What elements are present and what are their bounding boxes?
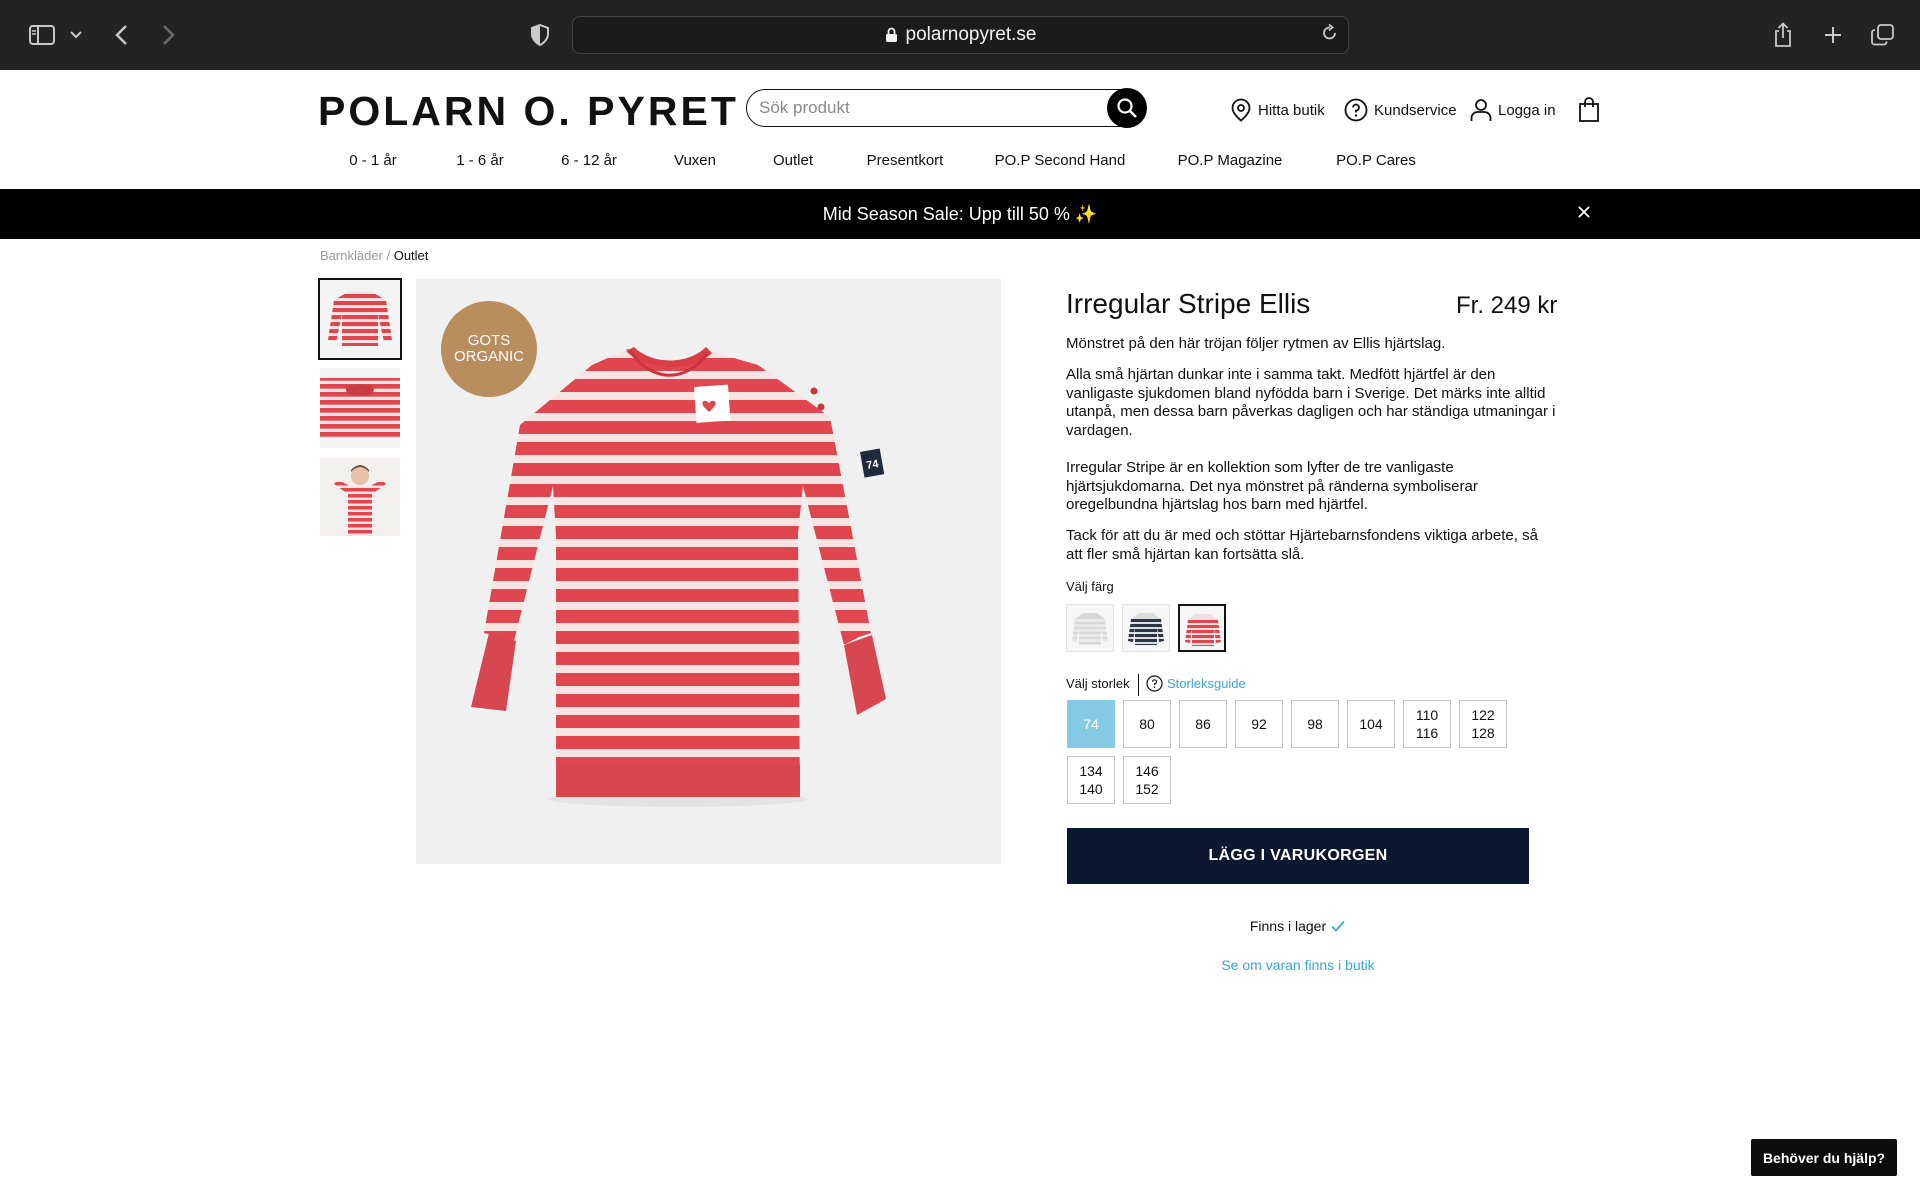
search-box xyxy=(746,88,1147,128)
size-value: 80 xyxy=(1139,716,1155,732)
sidebar-toggle-icon[interactable] xyxy=(22,0,62,70)
size-option[interactable]: 146 152 xyxy=(1123,756,1171,804)
size-value: 86 xyxy=(1195,716,1211,732)
badge-line1: GOTS xyxy=(467,332,511,349)
product-description-p1: Mönstret på den här tröjan följer rytmen… xyxy=(1066,335,1446,352)
close-icon[interactable] xyxy=(1576,204,1592,225)
back-icon[interactable] xyxy=(108,0,134,70)
forward-icon[interactable] xyxy=(156,0,182,70)
size-option[interactable]: 80 xyxy=(1123,700,1171,748)
size-option[interactable]: 98 xyxy=(1291,700,1339,748)
main-navigation: 0 - 1 år 1 - 6 år 6 - 12 år Vuxen Outlet Pres… xyxy=(0,152,1920,174)
size-value: 74 xyxy=(1083,716,1099,732)
login-label: Logga in xyxy=(1498,101,1556,119)
product-title: Irregular Stripe Ellis xyxy=(1066,288,1311,319)
customer-service-link[interactable]: Kundservice xyxy=(1344,98,1457,122)
search-input[interactable] xyxy=(759,94,1089,122)
size-value: 104 xyxy=(1359,716,1383,732)
new-tab-icon[interactable] xyxy=(1820,0,1846,70)
nav-item-4[interactable]: Outlet xyxy=(773,152,813,169)
reload-icon[interactable] xyxy=(1322,23,1338,47)
organic-badge: GOTS ORGANIC xyxy=(441,301,537,397)
size-value: 146 xyxy=(1135,763,1159,779)
breadcrumb-home[interactable]: Barnkläder xyxy=(320,248,383,263)
browser-toolbar: polarnopyret.se xyxy=(0,0,1920,70)
product-description-p4: Tack för att du är med och stöttar Hjärt… xyxy=(1066,527,1538,563)
nav-item-8[interactable]: PO.P Cares xyxy=(1336,152,1416,169)
breadcrumb: Barnkläder / Outlet xyxy=(320,248,428,263)
find-store-label: Hitta butik xyxy=(1258,101,1325,119)
size-option[interactable]: 110 116 xyxy=(1403,700,1451,748)
search-icon xyxy=(1117,98,1137,118)
size-value: 92 xyxy=(1251,716,1267,732)
size-value: 128 xyxy=(1471,725,1495,741)
nav-item-6[interactable]: PO.P Second Hand xyxy=(995,152,1126,169)
nav-item-0[interactable]: 0 - 1 år xyxy=(349,152,397,169)
size-option[interactable]: 122 128 xyxy=(1459,700,1507,748)
size-option[interactable]: 134 140 xyxy=(1067,756,1115,804)
product-description-p3: Irregular Stripe är en kollektion som ly… xyxy=(1066,459,1478,513)
color-swatch-red[interactable] xyxy=(1178,604,1226,652)
size-value: 134 xyxy=(1079,763,1103,779)
share-icon[interactable] xyxy=(1770,0,1796,70)
promo-text[interactable]: Mid Season Sale: Upp till 50 % ✨ xyxy=(823,204,1098,225)
chevron-down-icon[interactable] xyxy=(66,0,86,70)
nav-item-3[interactable]: Vuxen xyxy=(674,152,716,169)
breadcrumb-current[interactable]: Outlet xyxy=(394,248,429,263)
size-option[interactable]: 92 xyxy=(1235,700,1283,748)
location-pin-icon xyxy=(1231,98,1251,122)
product-image[interactable]: 74 GOTS ORGANIC xyxy=(416,279,1001,864)
nav-item-2[interactable]: 6 - 12 år xyxy=(561,152,617,169)
add-to-cart-button[interactable]: LÄGG I VARUKORGEN xyxy=(1067,828,1529,884)
badge-line2: ORGANIC xyxy=(453,348,524,365)
help-chat-button[interactable]: Behöver du hjälp? xyxy=(1751,1139,1897,1176)
size-value: 116 xyxy=(1415,725,1439,741)
thumbnail-folded[interactable] xyxy=(320,368,400,448)
url-text: polarnopyret.se xyxy=(905,24,1037,45)
size-value: 152 xyxy=(1135,781,1159,797)
stock-status: Finns i lager xyxy=(1067,918,1529,934)
color-swatch-white[interactable] xyxy=(1066,604,1114,652)
size-value: 140 xyxy=(1079,781,1103,797)
search-button[interactable] xyxy=(1107,88,1147,128)
thumbnail-model[interactable] xyxy=(320,458,400,536)
customer-service-label: Kundservice xyxy=(1374,101,1457,119)
nav-item-5[interactable]: Presentkort xyxy=(867,152,944,169)
question-circle-icon xyxy=(1146,675,1163,692)
thumbnail-front[interactable] xyxy=(318,278,402,360)
shield-icon[interactable] xyxy=(526,0,554,70)
size-value: 98 xyxy=(1307,716,1323,732)
user-icon xyxy=(1470,99,1492,121)
size-guide-link[interactable]: Storleksguide xyxy=(1146,675,1246,692)
promo-banner: Mid Season Sale: Upp till 50 % ✨ xyxy=(0,189,1920,239)
lock-icon xyxy=(885,27,897,42)
check-store-link[interactable]: Se om varan finns i butik xyxy=(1067,957,1529,973)
checkmark-icon xyxy=(1331,920,1345,932)
login-link[interactable]: Logga in xyxy=(1470,98,1556,122)
nav-item-1[interactable]: 1 - 6 år xyxy=(456,152,504,169)
size-option[interactable]: 104 xyxy=(1347,700,1395,748)
breadcrumb-separator: / xyxy=(382,248,394,263)
nav-item-7[interactable]: PO.P Magazine xyxy=(1178,152,1283,169)
find-store-link[interactable]: Hitta butik xyxy=(1230,98,1325,122)
stock-label: Finns i lager xyxy=(1249,918,1327,934)
size-divider xyxy=(1138,674,1139,696)
size-value: 110 xyxy=(1415,707,1439,723)
product-price: Fr. 249 kr xyxy=(1456,292,1558,319)
size-option[interactable]: 74 xyxy=(1067,700,1115,748)
color-swatch-navy[interactable] xyxy=(1122,604,1170,652)
address-bar[interactable]: polarnopyret.se xyxy=(572,16,1349,54)
size-value: 122 xyxy=(1471,707,1495,723)
size-option[interactable]: 86 xyxy=(1179,700,1227,748)
question-circle-icon xyxy=(1344,98,1368,122)
color-label: Välj färg xyxy=(1066,579,1114,594)
shopping-bag-icon[interactable] xyxy=(1578,97,1600,123)
size-guide-label: Storleksguide xyxy=(1167,676,1246,691)
product-description-p2: Alla små hjärtan dunkar inte i samma tak… xyxy=(1066,366,1556,439)
size-label: Välj storlek xyxy=(1066,676,1130,691)
tabs-overview-icon[interactable] xyxy=(1868,0,1898,70)
site-logo[interactable]: POLARN O. PYRET xyxy=(318,88,739,135)
